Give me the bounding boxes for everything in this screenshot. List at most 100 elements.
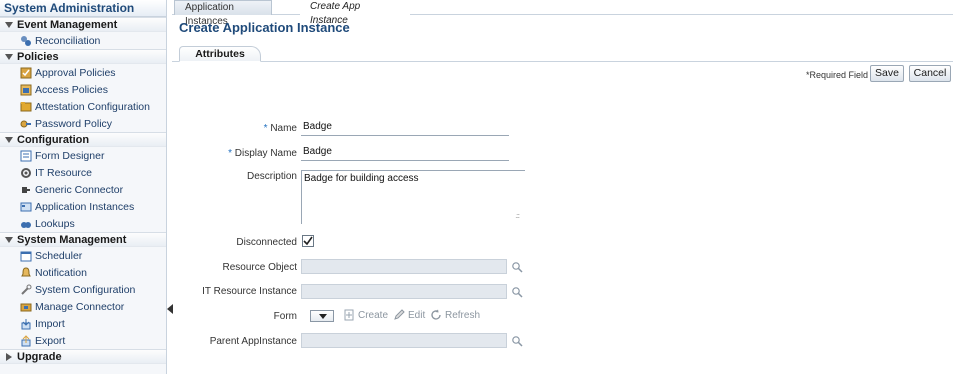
sidebar-item-export[interactable]: Export xyxy=(0,332,166,349)
import-icon xyxy=(20,318,32,330)
chevron-down-icon[interactable] xyxy=(4,52,14,62)
display-name-label-text: Display Name xyxy=(234,148,297,159)
sidebar-item-lookups[interactable]: Lookups xyxy=(0,215,166,232)
sidebar-item-label: Manage Connector xyxy=(35,300,125,313)
parent-appinstance-input[interactable] xyxy=(301,333,507,348)
save-button[interactable]: Save xyxy=(870,65,904,82)
chevron-right-icon[interactable] xyxy=(4,352,14,362)
sidebar-item-label: Export xyxy=(35,334,66,347)
system-configuration-icon xyxy=(20,284,32,296)
required-field-note: *Required Field xyxy=(806,70,869,80)
sidebar-item-label: Approval Policies xyxy=(35,66,116,79)
form-label: Form xyxy=(273,311,297,322)
tab-attributes[interactable]: Attributes xyxy=(179,46,261,62)
sidebar-item-approval-policies[interactable]: Approval Policies xyxy=(0,64,166,81)
main-content: Application Instances Create App Instanc… xyxy=(172,0,953,374)
attestation-icon xyxy=(20,101,32,113)
search-icon[interactable] xyxy=(511,335,523,347)
tab-create-app-instance[interactable]: Create App Instance xyxy=(300,0,410,26)
it-resource-instance-label: IT Resource Instance xyxy=(202,286,297,297)
pencil-icon xyxy=(393,309,405,321)
sidebar-item-label: Generic Connector xyxy=(35,183,124,196)
subtab-strip: Attributes xyxy=(172,46,953,62)
sidebar-item-manage-connector[interactable]: Manage Connector xyxy=(0,298,166,315)
manage-connector-icon xyxy=(20,301,32,313)
form-edit-button[interactable]: Edit xyxy=(393,309,425,321)
parent-appinstance-label: Parent AppInstance xyxy=(209,336,297,347)
resize-grip-icon[interactable]: .::: xyxy=(515,213,520,220)
sidebar-item-generic-connector[interactable]: Generic Connector xyxy=(0,181,166,198)
sidebar-item-system-configuration[interactable]: System Configuration xyxy=(0,281,166,298)
sidebar-item-label: Reconciliation xyxy=(35,34,101,47)
sidebar-item-access-policies[interactable]: Access Policies xyxy=(0,81,166,98)
sidebar-item-scheduler[interactable]: Scheduler xyxy=(0,247,166,264)
description-textarea[interactable]: Badge for building access .::: xyxy=(301,170,525,224)
sidebar-item-import[interactable]: Import xyxy=(0,315,166,332)
sidebar-item-label: System Configuration xyxy=(35,283,136,296)
resource-object-label: Resource Object xyxy=(222,262,297,273)
application-instances-icon xyxy=(20,201,32,213)
sidebar-item-label: IT Resource xyxy=(35,166,92,179)
sidebar-section-label: Configuration xyxy=(17,133,90,146)
sidebar-item-attestation-configuration[interactable]: Attestation Configuration xyxy=(0,98,166,115)
required-star: * xyxy=(228,148,235,159)
sidebar-section-upgrade[interactable]: Upgrade xyxy=(0,349,166,364)
disconnected-label: Disconnected xyxy=(236,237,297,248)
chevron-down-icon[interactable] xyxy=(4,20,14,30)
chevron-down-icon[interactable] xyxy=(4,235,14,245)
it-resource-instance-input[interactable] xyxy=(301,284,507,299)
sidebar-section-configuration[interactable]: Configuration xyxy=(0,132,166,147)
description-text: Badge for building access xyxy=(304,173,419,184)
sidebar-item-it-resource[interactable]: IT Resource xyxy=(0,164,166,181)
search-icon[interactable] xyxy=(511,261,523,273)
sidebar-section-label: Policies xyxy=(17,50,59,63)
resource-object-input[interactable] xyxy=(301,259,507,274)
sidebar-item-password-policy[interactable]: Password Policy xyxy=(0,115,166,132)
it-resource-icon xyxy=(20,167,32,179)
password-policy-icon xyxy=(20,118,32,130)
create-icon xyxy=(343,309,355,321)
sidebar-item-notification[interactable]: Notification xyxy=(0,264,166,281)
sidebar-item-application-instances[interactable]: Application Instances xyxy=(0,198,166,215)
sidebar-item-label: Form Designer xyxy=(35,149,105,162)
form-refresh-button[interactable]: Refresh xyxy=(430,309,480,321)
lookups-icon xyxy=(20,218,32,230)
sidebar-title: System Administration xyxy=(0,0,166,17)
app-window: System Administration Event Management R… xyxy=(0,0,953,374)
cancel-button[interactable]: Cancel xyxy=(909,65,951,82)
checkmark-icon xyxy=(303,236,313,246)
chevron-down-icon[interactable] xyxy=(4,135,14,145)
sidebar-section-label: Upgrade xyxy=(17,350,62,363)
disconnected-checkbox[interactable] xyxy=(302,235,314,247)
sidebar-item-reconciliation[interactable]: Reconciliation xyxy=(0,32,166,49)
sidebar-item-label: Access Policies xyxy=(35,83,108,96)
export-icon xyxy=(20,334,32,347)
sidebar-item-label: Attestation Configuration xyxy=(35,100,150,113)
form-select[interactable] xyxy=(310,310,334,322)
sidebar-item-label: Application Instances xyxy=(35,200,135,213)
scheduler-icon xyxy=(20,250,32,262)
form-designer-icon xyxy=(20,150,32,162)
display-name-input[interactable]: Badge xyxy=(301,145,509,161)
sidebar-item-label: Import xyxy=(35,317,65,330)
sidebar-section-event-management[interactable]: Event Management xyxy=(0,17,166,32)
name-label-text: Name xyxy=(270,123,297,134)
sidebar-item-label: Lookups xyxy=(35,217,75,230)
sidebar: System Administration Event Management R… xyxy=(0,0,167,374)
sidebar-item-label: Password Policy xyxy=(35,117,113,130)
name-input[interactable]: Badge xyxy=(301,120,509,136)
page-title: Create Application Instance xyxy=(179,20,350,35)
sidebar-item-label: Notification xyxy=(35,266,87,279)
form-refresh-label: Refresh xyxy=(445,309,481,321)
search-icon[interactable] xyxy=(511,286,523,298)
notification-bell-icon xyxy=(20,266,32,279)
tab-application-instances[interactable]: Application Instances xyxy=(174,0,272,27)
sidebar-section-label: Event Management xyxy=(17,18,118,31)
form-create-button[interactable]: Create xyxy=(343,309,388,321)
generic-connector-icon xyxy=(20,184,32,196)
sidebar-section-label: System Management xyxy=(17,233,127,246)
sidebar-item-form-designer[interactable]: Form Designer xyxy=(0,147,166,164)
sidebar-section-policies[interactable]: Policies xyxy=(0,49,166,64)
name-label: * Name xyxy=(167,123,297,134)
sidebar-section-system-management[interactable]: System Management xyxy=(0,232,166,247)
